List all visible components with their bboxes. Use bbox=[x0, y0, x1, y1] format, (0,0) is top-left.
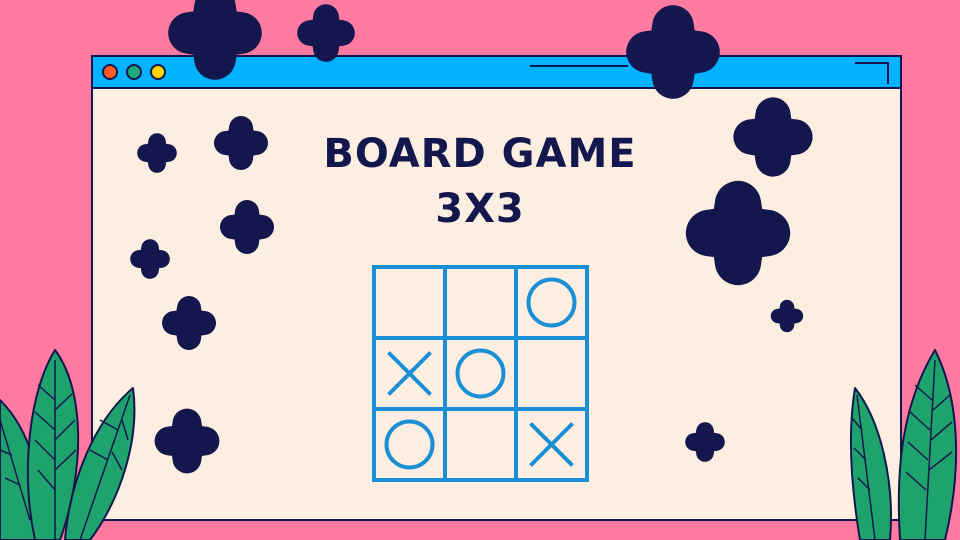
sparkle-icon bbox=[310, 17, 342, 49]
leaf-icon bbox=[897, 349, 958, 540]
page-subtitle: 3X3 bbox=[435, 186, 525, 232]
board-marks bbox=[376, 269, 585, 478]
titlebar-corner bbox=[855, 62, 889, 84]
leaf-icon bbox=[849, 387, 892, 540]
sparkle-icon bbox=[778, 307, 796, 325]
sparkle-icon bbox=[189, 7, 241, 59]
board-cell-1-2[interactable] bbox=[518, 340, 585, 407]
board-cell-2-1[interactable] bbox=[447, 411, 514, 478]
sparkle-icon bbox=[174, 308, 204, 338]
board-cell-0-1[interactable] bbox=[447, 269, 514, 336]
sparkle-icon bbox=[169, 423, 205, 459]
leaves-left bbox=[0, 349, 136, 540]
board-cell-0-0[interactable] bbox=[376, 269, 443, 336]
leaves-right bbox=[849, 349, 958, 540]
sparkle-icon bbox=[694, 431, 716, 453]
page-title: BOARD GAME bbox=[323, 131, 637, 177]
decoration-layer bbox=[0, 0, 958, 540]
sparkle-icon bbox=[139, 248, 161, 270]
sparkle-icon bbox=[647, 26, 699, 78]
